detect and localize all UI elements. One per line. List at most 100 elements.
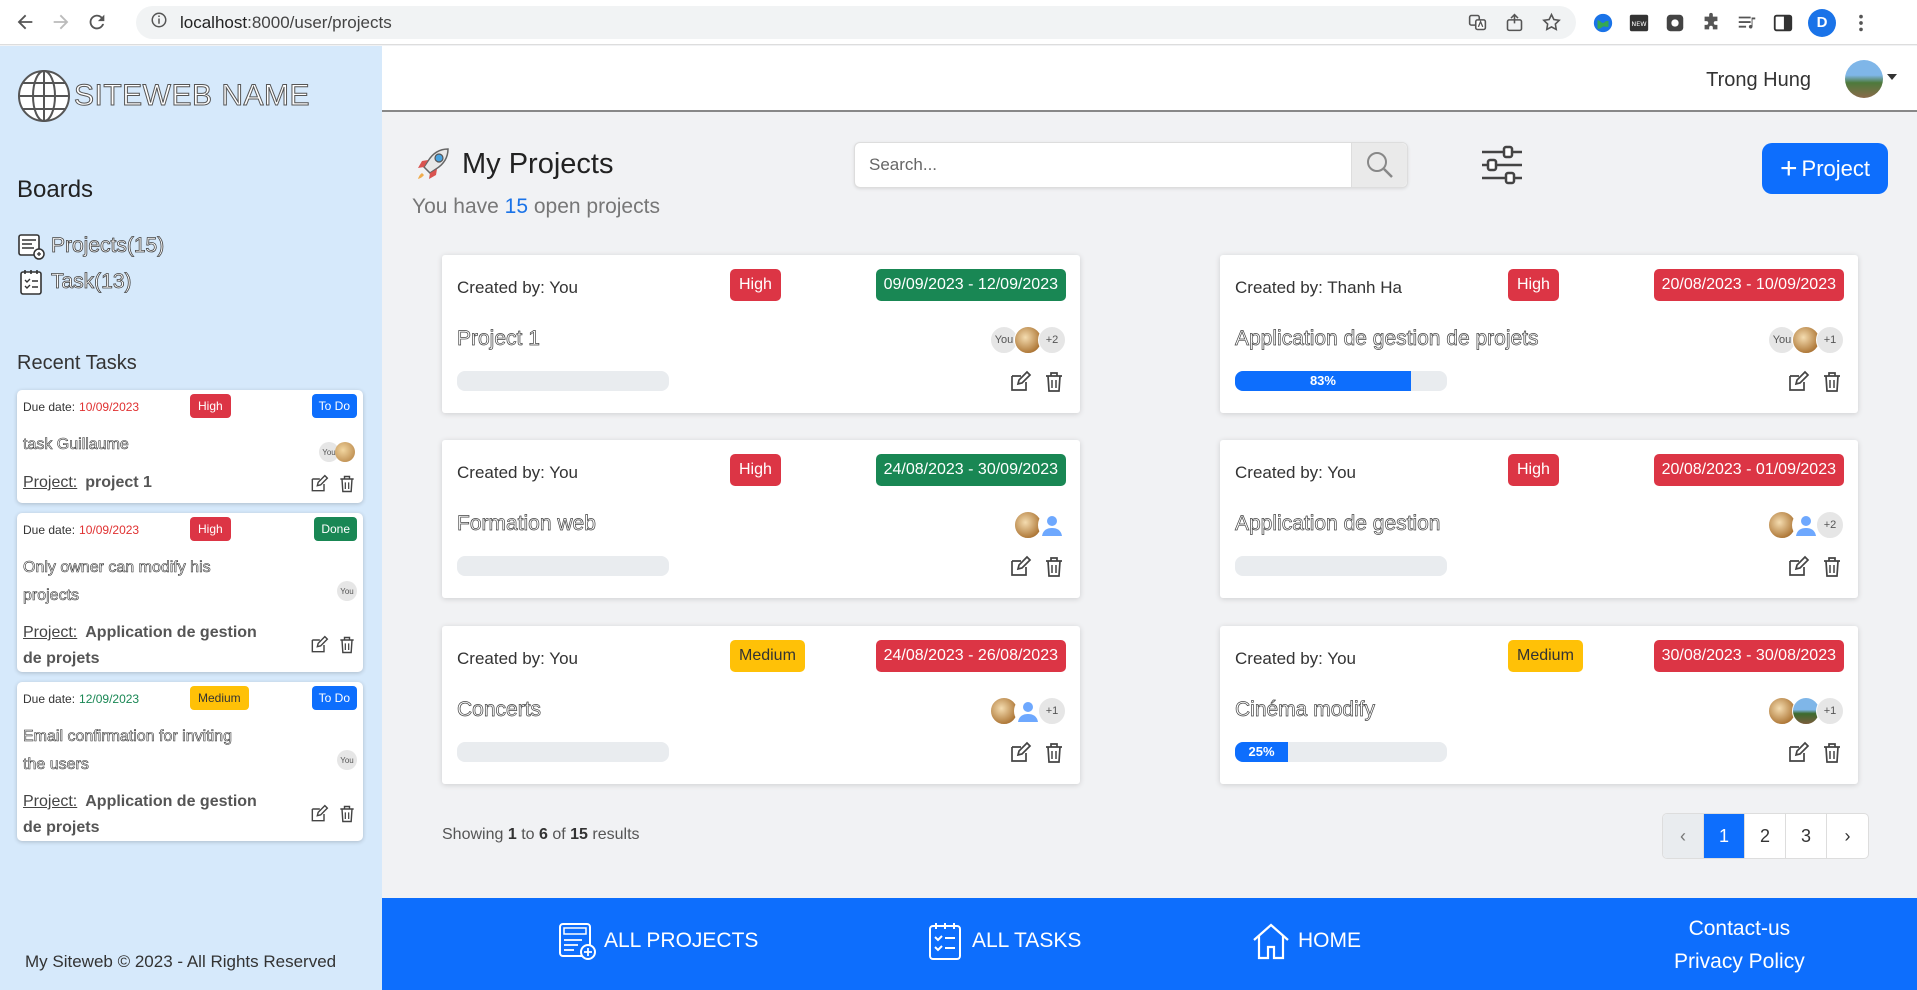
- project-card[interactable]: Created by: Thanh Ha High 20/08/2023 - 10/…: [1220, 255, 1858, 413]
- project-creator: Created by: You: [1235, 649, 1356, 668]
- page-button-2[interactable]: 2: [1745, 814, 1786, 858]
- bookmark-star-icon[interactable]: [1541, 12, 1562, 33]
- back-arrow-icon[interactable]: [14, 11, 36, 33]
- forward-arrow-icon[interactable]: [50, 11, 72, 33]
- footer-home-link[interactable]: HOME: [1250, 920, 1361, 962]
- trash-icon[interactable]: [337, 474, 357, 494]
- translate-icon[interactable]: [1467, 12, 1488, 33]
- new-extension-icon[interactable]: NEW: [1628, 12, 1650, 34]
- edit-icon[interactable]: [1786, 741, 1810, 765]
- reading-list-icon[interactable]: [1736, 12, 1758, 34]
- trash-icon[interactable]: [1820, 555, 1844, 579]
- more-members-badge[interactable]: +1: [1038, 697, 1066, 725]
- of-word: of: [552, 826, 566, 843]
- edit-icon[interactable]: [1786, 370, 1810, 394]
- project-card[interactable]: Created by: You High 09/09/2023 - 12/09/20…: [442, 255, 1080, 413]
- sidebar: SITEWEB NAME Boards Projects(15) Task(13…: [0, 46, 382, 990]
- recent-task-card[interactable]: Due date: 10/09/2023 High To Do task Guil…: [17, 390, 363, 503]
- project-card[interactable]: Created by: You Medium 24/08/2023 - 26/08/…: [442, 626, 1080, 784]
- footer-privacy-link[interactable]: Privacy Policy: [1674, 945, 1805, 978]
- site-logo[interactable]: SITEWEB NAME: [16, 68, 310, 124]
- footer-all-projects-link[interactable]: ALL PROJECTS: [556, 920, 758, 962]
- logo-text: SITEWEB NAME: [73, 79, 311, 113]
- more-members-badge[interactable]: +2: [1038, 326, 1066, 354]
- project-card[interactable]: Created by: You High 24/08/2023 - 30/09/20…: [442, 440, 1080, 598]
- address-bar[interactable]: localhost:8000/user/projects: [136, 6, 1576, 39]
- edit-icon[interactable]: [309, 635, 329, 655]
- user-name[interactable]: Trong Hung: [1706, 69, 1811, 92]
- trash-icon[interactable]: [1820, 741, 1844, 765]
- task-name[interactable]: Only owner can modify his projects: [23, 554, 253, 610]
- extensions-puzzle-icon[interactable]: [1700, 12, 1722, 34]
- sliders-icon: [1482, 145, 1522, 185]
- due-label: Due date:: [23, 692, 76, 706]
- trash-icon[interactable]: [337, 635, 357, 655]
- side-panel-icon[interactable]: [1772, 12, 1794, 34]
- trash-icon[interactable]: [337, 804, 357, 824]
- capture-extension-icon[interactable]: [1664, 12, 1686, 34]
- edit-icon[interactable]: [1008, 555, 1032, 579]
- share-icon[interactable]: [1504, 12, 1525, 33]
- browser-menu-icon[interactable]: [1850, 12, 1872, 34]
- project-card[interactable]: Created by: You High 20/08/2023 - 01/09/20…: [1220, 440, 1858, 598]
- edit-icon[interactable]: [1786, 555, 1810, 579]
- project-name[interactable]: Formation web: [457, 512, 597, 536]
- search-button[interactable]: [1351, 143, 1407, 187]
- profile-avatar[interactable]: D: [1808, 8, 1836, 37]
- member-avatar: [335, 442, 355, 462]
- site-info-icon[interactable]: [150, 11, 168, 34]
- trash-icon[interactable]: [1820, 370, 1844, 394]
- recent-task-card[interactable]: Due date: 12/09/2023 Medium To Do Email c…: [17, 682, 363, 841]
- caret-down-icon[interactable]: [1887, 74, 1897, 80]
- edit-icon[interactable]: [1008, 370, 1032, 394]
- recent-tasks-title: Recent Tasks: [17, 352, 137, 374]
- task-project: Project: project 1: [23, 470, 152, 496]
- task-project: Project: Application de gestion de projet…: [23, 789, 273, 841]
- date-range-badge: 09/09/2023 - 12/09/2023: [875, 269, 1066, 301]
- project-members: +1: [990, 697, 1066, 725]
- edit-icon[interactable]: [309, 804, 329, 824]
- filter-button[interactable]: [1480, 143, 1524, 187]
- footer-all-tasks-link[interactable]: ALL TASKS: [924, 920, 1081, 962]
- user-avatar[interactable]: [1845, 60, 1883, 98]
- sidebar-item-tasks[interactable]: Task(13): [17, 268, 132, 296]
- trash-icon[interactable]: [1042, 370, 1066, 394]
- trash-icon[interactable]: [1042, 555, 1066, 579]
- more-members-badge[interactable]: +1: [1816, 326, 1844, 354]
- date-range-badge: 24/08/2023 - 30/09/2023: [875, 454, 1066, 486]
- project-card[interactable]: Created by: You Medium 30/08/2023 - 30/08/…: [1220, 626, 1858, 784]
- edit-icon[interactable]: [309, 474, 329, 494]
- task-name[interactable]: Email confirmation for inviting the user…: [23, 723, 253, 779]
- project-name[interactable]: Project 1: [457, 327, 541, 351]
- footer-contact-link[interactable]: Contact-us: [1674, 912, 1805, 945]
- project-actions: [1786, 741, 1844, 765]
- page-button-1[interactable]: 1: [1704, 814, 1745, 858]
- search-input[interactable]: [855, 143, 1355, 187]
- url-text[interactable]: localhost:8000/user/projects: [180, 13, 392, 33]
- next-page-button[interactable]: ›: [1827, 814, 1868, 858]
- globe-extension-icon[interactable]: [1592, 12, 1614, 34]
- search-icon: [1366, 152, 1393, 178]
- trash-icon[interactable]: [1042, 741, 1066, 765]
- project-name[interactable]: Concerts: [457, 698, 542, 722]
- results-to: 6: [538, 826, 548, 843]
- prev-page-button[interactable]: ‹: [1663, 814, 1704, 858]
- recent-task-card[interactable]: Due date: 10/09/2023 High Done Only owner…: [17, 513, 363, 672]
- edit-icon[interactable]: [1008, 741, 1032, 765]
- project-name[interactable]: Cinéma modify: [1235, 698, 1376, 722]
- results-summary: Showing 1 to 6 of 15 results: [442, 826, 640, 844]
- priority-badge: High: [1508, 269, 1559, 301]
- more-members-badge[interactable]: +1: [1816, 697, 1844, 725]
- more-members-badge[interactable]: +2: [1816, 511, 1844, 539]
- task-name[interactable]: task Guillaume: [23, 431, 253, 459]
- project-name[interactable]: Application de gestion: [1235, 512, 1441, 536]
- project-creator: Created by: Thanh Ha: [1235, 278, 1402, 297]
- sidebar-item-projects[interactable]: Projects(15): [17, 232, 165, 260]
- page-button-3[interactable]: 3: [1786, 814, 1827, 858]
- project-name[interactable]: Application de gestion de projets: [1235, 327, 1539, 351]
- project-members: +2: [1768, 511, 1844, 539]
- progress-bar: [1235, 556, 1447, 576]
- add-project-button[interactable]: + Project: [1762, 143, 1888, 194]
- reload-icon[interactable]: [86, 11, 108, 33]
- project-name[interactable]: project 1: [85, 474, 152, 491]
